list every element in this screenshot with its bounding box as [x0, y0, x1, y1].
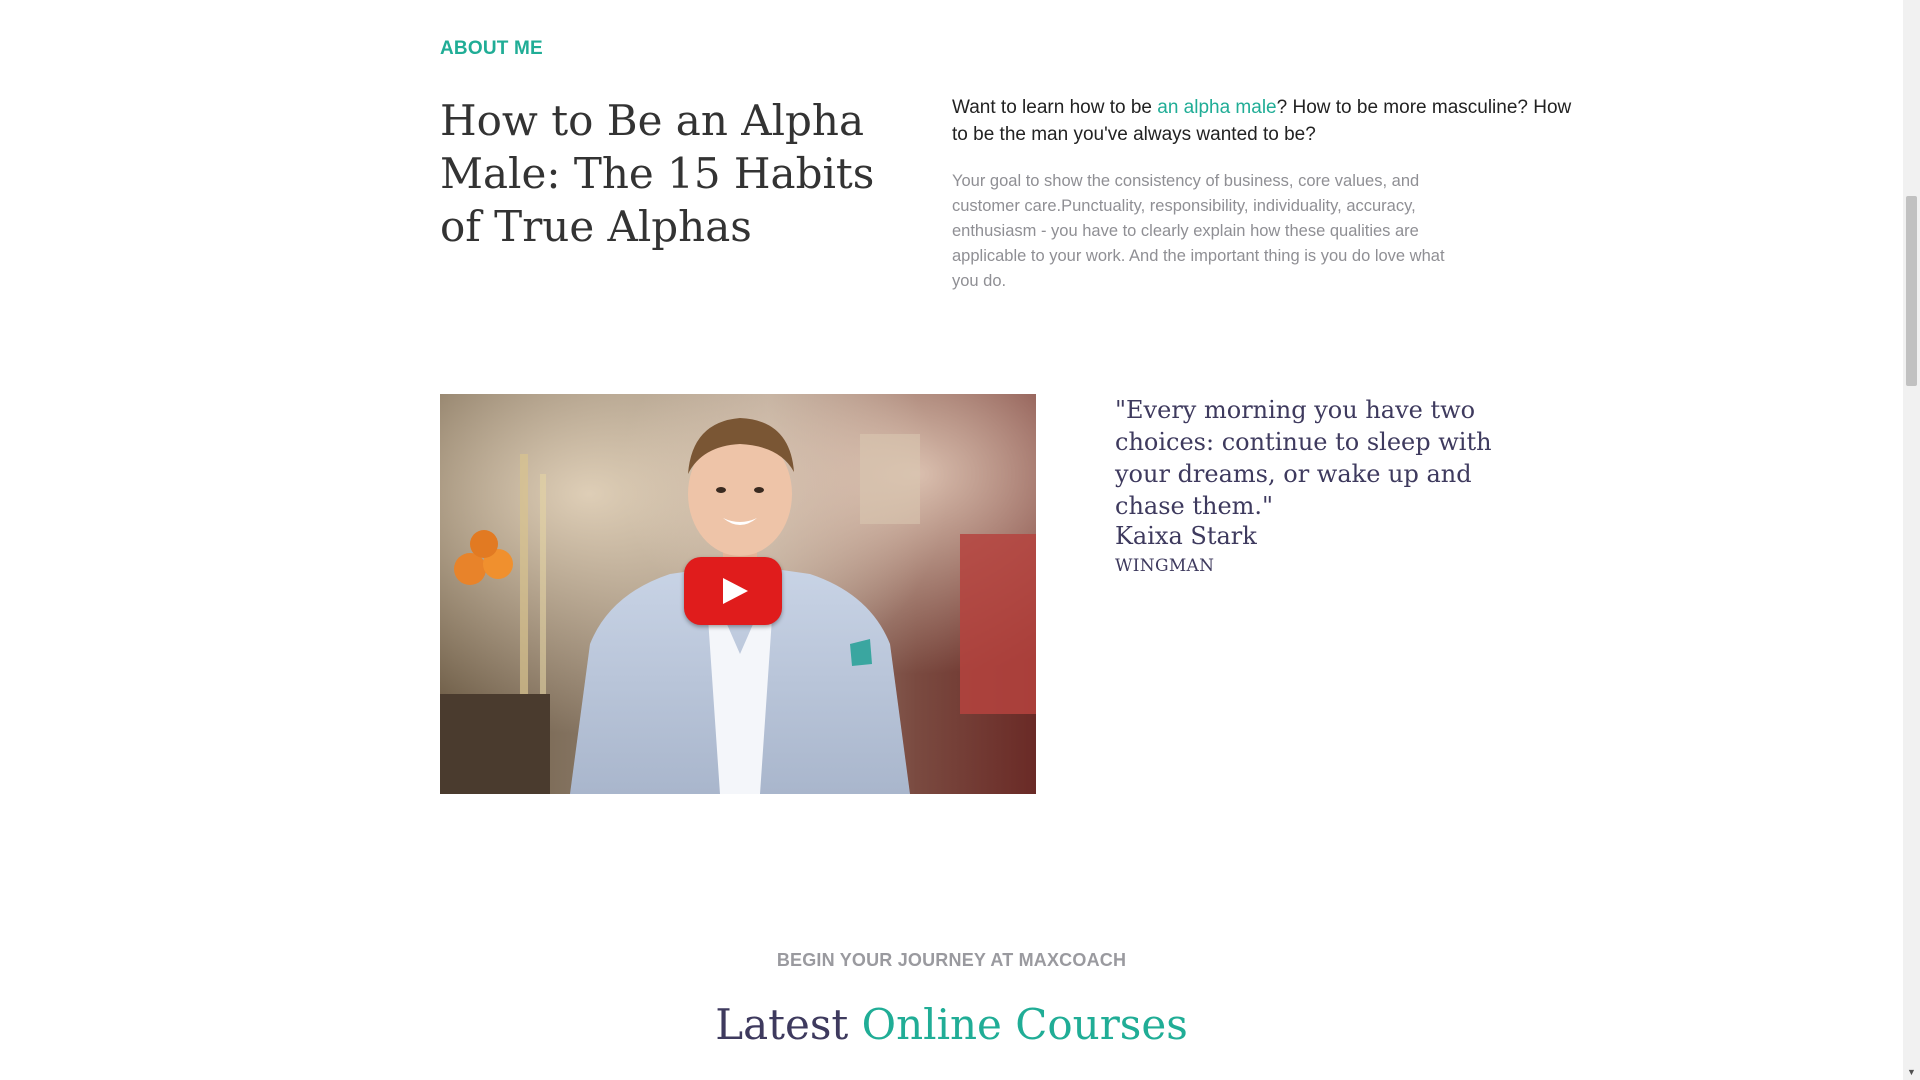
about-eyebrow: ABOUT ME [440, 38, 543, 59]
page: ABOUT ME How to Be an Alpha Male: The 15… [0, 0, 1903, 1080]
testimonial-quote: "Every morning you have two choices: con… [1115, 396, 1492, 520]
courses-title-highlight: Online Courses [861, 1000, 1188, 1049]
play-triangle-icon [723, 578, 748, 604]
alpha-male-link[interactable]: an alpha male [1157, 97, 1276, 118]
courses-title: Latest Online Courses [0, 1000, 1903, 1049]
courses-eyebrow: BEGIN YOUR JOURNEY AT MAXCOACH [776, 950, 1127, 970]
about-title: How to Be an Alpha Male: The 15 Habits o… [440, 96, 875, 251]
scroll-down-arrow-icon[interactable]: ▼ [1903, 1063, 1920, 1080]
scrollbar-thumb[interactable] [1906, 196, 1917, 386]
testimonial-author: Kaixa Stark [1115, 522, 1257, 550]
testimonial-role: WINGMAN [1115, 556, 1215, 576]
youtube-play-icon[interactable] [684, 557, 782, 625]
about-lead: Want to learn how to be an alpha male? H… [952, 94, 1592, 148]
courses-title-part1: Latest [715, 1000, 862, 1049]
lead-text-start: Want to learn how to be [952, 97, 1158, 118]
video-player[interactable] [440, 394, 1036, 794]
about-body: Your goal to show the consistency of bus… [952, 172, 1445, 290]
vertical-scrollbar[interactable]: ▼ [1903, 0, 1920, 1080]
